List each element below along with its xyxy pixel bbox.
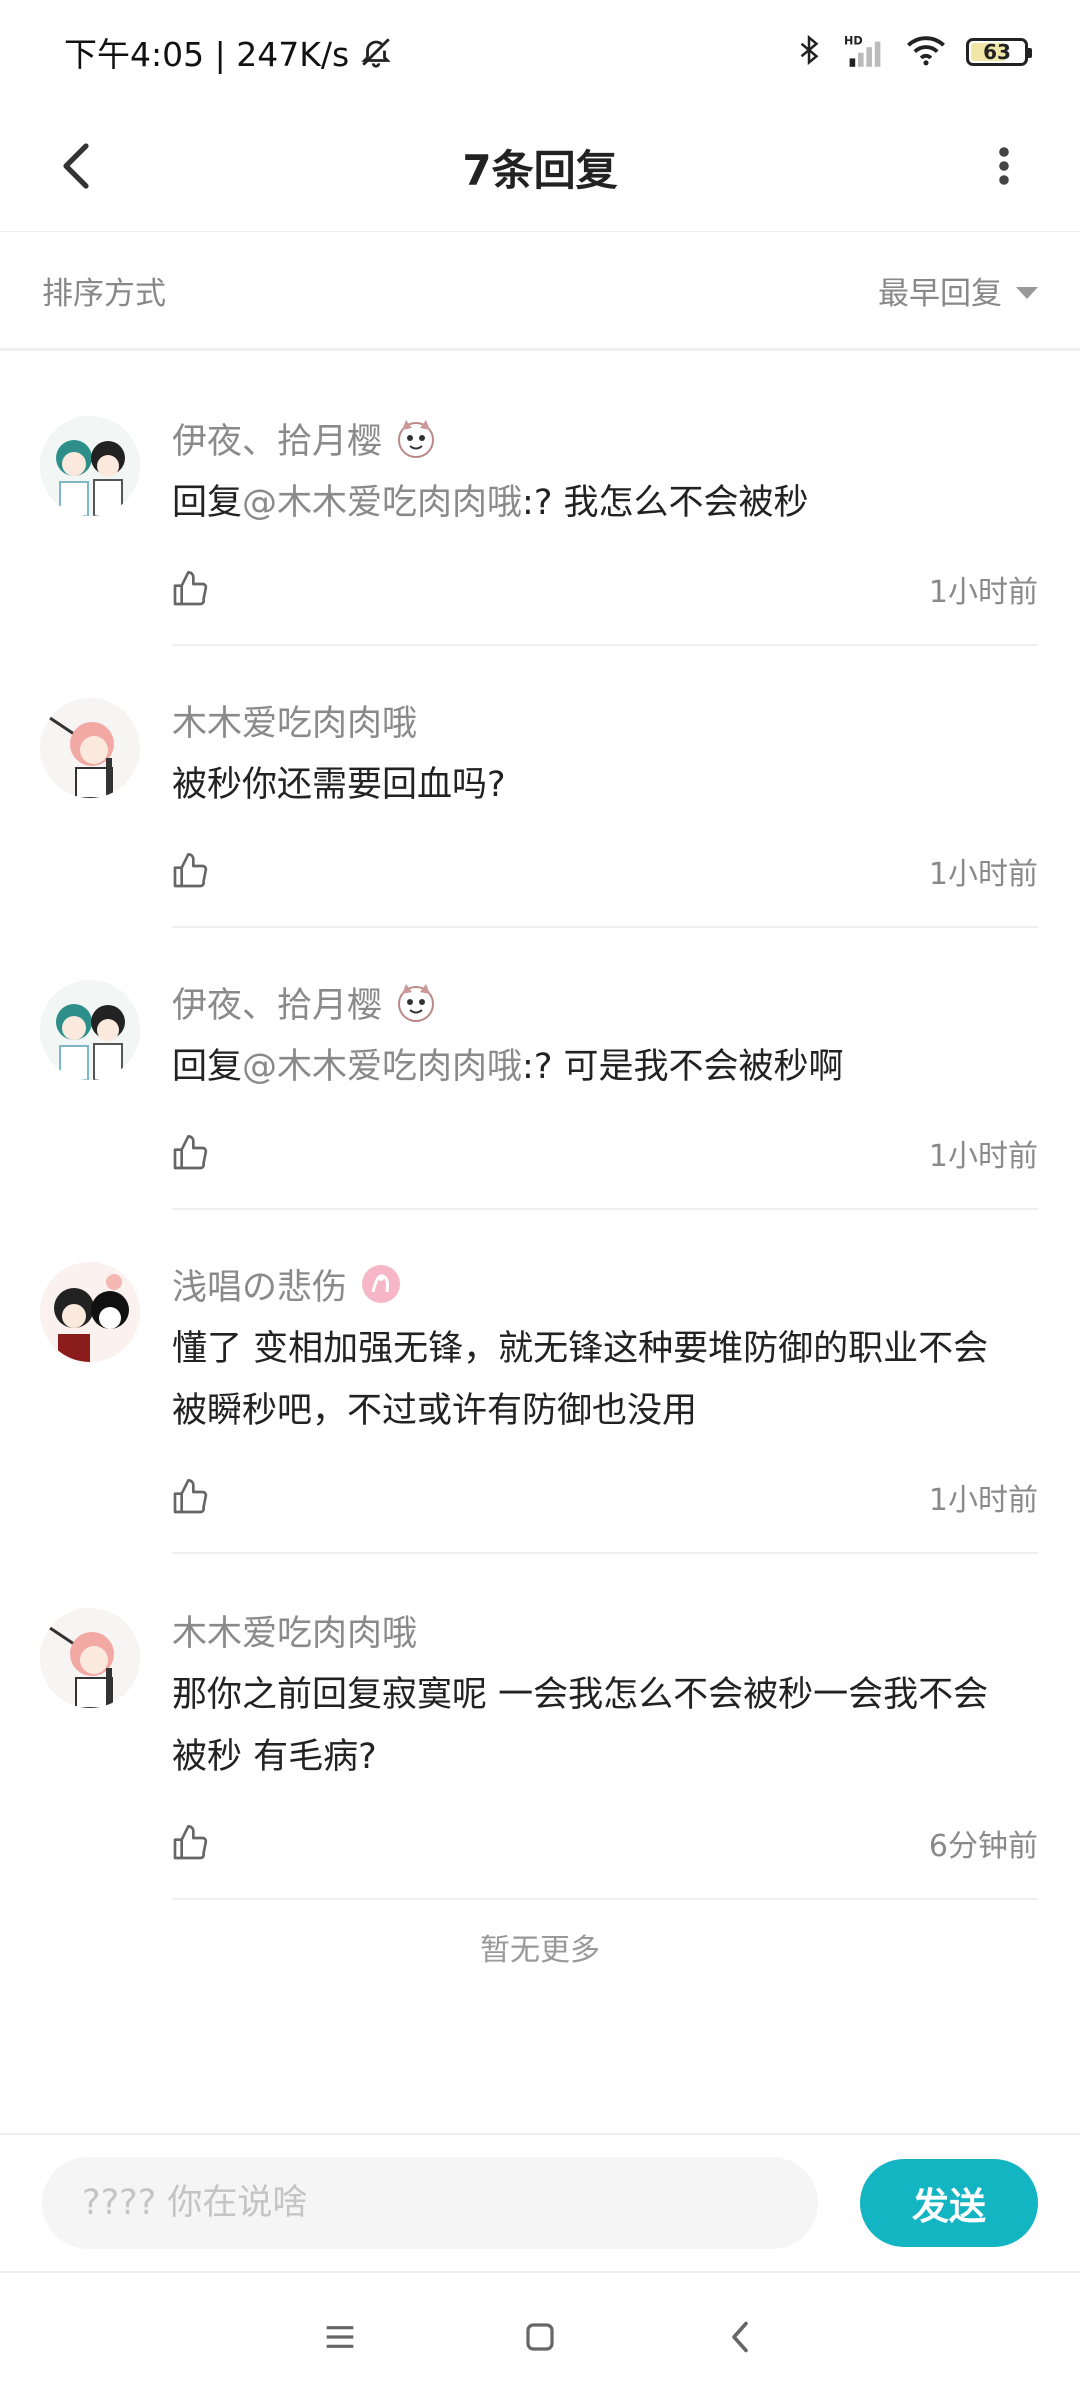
avatar[interactable] xyxy=(40,698,140,798)
reply-prefix: 回复 xyxy=(172,483,243,523)
battery-icon: 63 xyxy=(966,38,1032,66)
sort-selected: 最早回复 xyxy=(878,276,1002,312)
send-button[interactable]: 发送 xyxy=(860,2159,1038,2247)
reply-text: 懂了 变相加强无锋，就无锋这种要堆防御的职业不会被瞬秒吧，不过或许有防御也没用 xyxy=(172,1329,989,1431)
thumbs-up-icon[interactable] xyxy=(166,847,214,895)
reply-time: 1小时前 xyxy=(928,575,1038,610)
reply-content: 回复@木木爱吃肉肉哦:? 可是我不会被秒啊 xyxy=(172,1036,1038,1098)
reply-header: 伊夜、拾月樱 xyxy=(172,974,1038,1030)
reply-meta: 6分钟前 xyxy=(172,1788,1038,1898)
reply-meta: 1小时前 xyxy=(172,1098,1038,1208)
reply-meta: 1小时前 xyxy=(172,1442,1038,1552)
reply-time: 6分钟前 xyxy=(928,1829,1038,1864)
reply-text: :? 可是我不会被秒啊 xyxy=(522,1047,844,1087)
signal-icon: HD xyxy=(844,33,886,71)
bluetooth-icon xyxy=(794,33,824,71)
mute-icon xyxy=(359,35,393,69)
more-vertical-icon xyxy=(999,147,1009,185)
username[interactable]: 伊夜、拾月樱 xyxy=(172,977,382,1028)
reply-input[interactable] xyxy=(42,2157,818,2249)
reply-content: 那你之前回复寂寞呢 一会我怎么不会被秒一会我不会被秒 有毛病? xyxy=(172,1664,1038,1788)
system-nav-bar xyxy=(0,2271,1080,2400)
reply-time: 1小时前 xyxy=(928,1483,1038,1518)
reply-item: 木木爱吃肉肉哦 被秒你还需要回血吗? 1小时前 xyxy=(0,636,1080,928)
thumbs-up-icon[interactable] xyxy=(166,565,214,613)
reply-list: 伊夜、拾月樱 回复@木木爱吃肉肉哦:? 我怎么不会被秒 1小时前 木木爱吃肉肉哦… xyxy=(0,354,1080,1900)
avatar[interactable] xyxy=(40,980,140,1080)
home-nav-button[interactable] xyxy=(500,2297,580,2377)
chevron-left-icon xyxy=(63,143,89,189)
reply-item: 浅唱の悲伤 懂了 变相加强无锋，就无锋这种要堆防御的职业不会被瞬秒吧，不过或许有… xyxy=(0,1200,1080,1554)
reply-time: 1小时前 xyxy=(928,857,1038,892)
reply-prefix: 回复 xyxy=(172,1047,243,1087)
reply-body: 木木爱吃肉肉哦 被秒你还需要回血吗? 1小时前 xyxy=(172,636,1038,928)
username[interactable]: 伊夜、拾月樱 xyxy=(172,413,382,464)
sort-label: 排序方式 xyxy=(42,276,166,312)
reply-time: 1小时前 xyxy=(928,1139,1038,1174)
reply-body: 伊夜、拾月樱 回复@木木爱吃肉肉哦:? 我怎么不会被秒 1小时前 xyxy=(172,354,1038,646)
page-title: 7条回复 xyxy=(462,146,618,195)
reply-body: 木木爱吃肉肉哦 那你之前回复寂寞呢 一会我怎么不会被秒一会我不会被秒 有毛病? … xyxy=(172,1546,1038,1900)
reply-header: 浅唱の悲伤 xyxy=(172,1256,1038,1312)
status-time: 下午4:05 | 247K/s xyxy=(64,35,350,74)
username[interactable]: 浅唱の悲伤 xyxy=(172,1259,347,1310)
reply-text: 被秒你还需要回血吗? xyxy=(172,765,506,805)
username[interactable]: 木木爱吃肉肉哦 xyxy=(172,1605,417,1656)
mascot-badge-icon xyxy=(394,416,438,460)
reply-content: 回复@木木爱吃肉肉哦:? 我怎么不会被秒 xyxy=(172,472,1038,534)
menu-nav-button[interactable] xyxy=(300,2297,380,2377)
svg-text:HD: HD xyxy=(844,34,863,47)
no-more-label: 暂无更多 xyxy=(480,1933,600,1968)
back-chevron-icon xyxy=(732,2321,748,2352)
reply-meta: 1小时前 xyxy=(172,816,1038,926)
status-right: HD 63 xyxy=(794,33,1032,71)
reply-header: 木木爱吃肉肉哦 xyxy=(172,692,1038,748)
back-nav-button[interactable] xyxy=(700,2297,780,2377)
back-button[interactable] xyxy=(40,130,112,202)
status-bar: 下午4:05 | 247K/s HD 63 xyxy=(0,0,1080,104)
reply-header: 伊夜、拾月樱 xyxy=(172,410,1038,466)
reply-text: 那你之前回复寂寞呢 一会我怎么不会被秒一会我不会被秒 有毛病? xyxy=(172,1675,989,1777)
reply-item: 木木爱吃肉肉哦 那你之前回复寂寞呢 一会我怎么不会被秒一会我不会被秒 有毛病? … xyxy=(0,1546,1080,1900)
thumbs-up-icon[interactable] xyxy=(166,1129,214,1177)
reply-text: :? 我怎么不会被秒 xyxy=(522,483,809,523)
home-square-icon xyxy=(526,2322,554,2351)
more-options-button[interactable] xyxy=(968,130,1040,202)
reply-item: 伊夜、拾月樱 回复@木木爱吃肉肉哦:? 我怎么不会被秒 1小时前 xyxy=(0,354,1080,646)
avatar[interactable] xyxy=(40,416,140,516)
reply-body: 伊夜、拾月樱 回复@木木爱吃肉肉哦:? 可是我不会被秒啊 1小时前 xyxy=(172,918,1038,1210)
header: 7条回复 xyxy=(0,104,1080,232)
avatar[interactable] xyxy=(40,1262,140,1362)
mention-link[interactable]: @木木爱吃肉肉哦 xyxy=(242,483,522,523)
pink-badge-icon xyxy=(359,1262,403,1306)
menu-icon xyxy=(326,2325,354,2348)
avatar[interactable] xyxy=(40,1608,140,1708)
reply-body: 浅唱の悲伤 懂了 变相加强无锋，就无锋这种要堆防御的职业不会被瞬秒吧，不过或许有… xyxy=(172,1200,1038,1554)
sort-dropdown[interactable]: 最早回复 xyxy=(878,268,1038,313)
reply-header: 木木爱吃肉肉哦 xyxy=(172,1602,1038,1658)
wifi-icon xyxy=(906,34,946,70)
caret-down-icon xyxy=(1016,286,1038,299)
reply-meta: 1小时前 xyxy=(172,534,1038,644)
reply-content: 懂了 变相加强无锋，就无锋这种要堆防御的职业不会被瞬秒吧，不过或许有防御也没用 xyxy=(172,1318,1038,1442)
username[interactable]: 木木爱吃肉肉哦 xyxy=(172,695,417,746)
reply-content: 被秒你还需要回血吗? xyxy=(172,754,1038,816)
mascot-badge-icon xyxy=(394,980,438,1024)
sort-bar: 排序方式 最早回复 xyxy=(0,233,1080,351)
reply-input-bar: 发送 xyxy=(0,2133,1080,2271)
reply-item: 伊夜、拾月樱 回复@木木爱吃肉肉哦:? 可是我不会被秒啊 1小时前 xyxy=(0,918,1080,1210)
thumbs-up-icon[interactable] xyxy=(166,1819,214,1867)
mention-link[interactable]: @木木爱吃肉肉哦 xyxy=(242,1047,522,1087)
status-left: 下午4:05 | 247K/s xyxy=(64,28,393,76)
battery-level: 63 xyxy=(983,40,1011,64)
thumbs-up-icon[interactable] xyxy=(166,1473,214,1521)
